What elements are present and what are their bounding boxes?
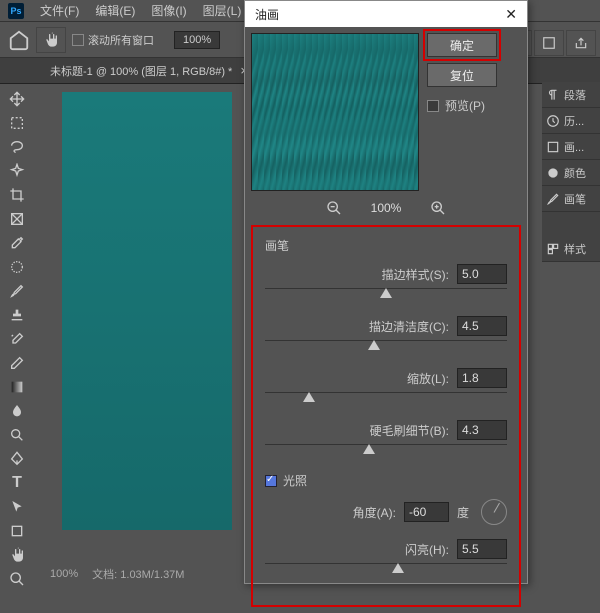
- type-tool[interactable]: T: [4, 472, 30, 494]
- frame-tool[interactable]: [4, 208, 30, 230]
- menu-edit[interactable]: 编辑(E): [87, 2, 143, 19]
- shine-slider[interactable]: [265, 563, 507, 577]
- bristle-label: 硬毛刷细节(B):: [370, 422, 449, 439]
- panel-styles[interactable]: 样式: [542, 236, 600, 262]
- status-docsize: 文档: 1.03M/1.37M: [92, 566, 184, 582]
- shape-tool[interactable]: [4, 520, 30, 542]
- zoom-level-box[interactable]: 100%: [174, 31, 220, 49]
- panels-dock: 段落 历... 画... 颜色 画笔 样式: [542, 82, 600, 262]
- brush-tool[interactable]: [4, 280, 30, 302]
- scale-label: 缩放(L):: [407, 370, 449, 387]
- marquee-tool[interactable]: [4, 112, 30, 134]
- photoshop-icon: Ps: [8, 3, 24, 19]
- scroll-all-label: 滚动所有窗口: [88, 32, 154, 48]
- filter-preview[interactable]: [251, 33, 419, 191]
- frame-icon[interactable]: [534, 30, 564, 56]
- panel-color[interactable]: 颜色: [542, 160, 600, 186]
- path-select-tool[interactable]: [4, 496, 30, 518]
- brush-section-title: 画笔: [265, 237, 507, 254]
- panel-brush[interactable]: 画笔: [542, 186, 600, 212]
- zoom-out-icon[interactable]: [325, 199, 343, 217]
- reset-button[interactable]: 复位: [427, 63, 497, 87]
- tools-panel: T: [4, 86, 32, 592]
- pen-tool[interactable]: [4, 448, 30, 470]
- home-icon[interactable]: [8, 29, 30, 51]
- angle-label: 角度(A):: [353, 504, 396, 521]
- spot-heal-tool[interactable]: [4, 256, 30, 278]
- angle-dial[interactable]: [481, 499, 507, 525]
- dialog-title: 油画: [255, 6, 279, 23]
- quick-select-tool[interactable]: [4, 160, 30, 182]
- shine-input[interactable]: [457, 539, 507, 559]
- close-icon[interactable]: ✕: [505, 6, 517, 23]
- panel-brushes[interactable]: 画...: [542, 134, 600, 160]
- dodge-tool[interactable]: [4, 424, 30, 446]
- preview-zoom-value: 100%: [371, 201, 402, 215]
- tab-title: 未标题-1 @ 100% (图层 1, RGB/8#) *: [50, 63, 232, 79]
- canvas[interactable]: [62, 92, 232, 530]
- oil-paint-dialog: 油画 ✕ 确定 复位 预览(P) 100% 画笔 描边样式(S):: [244, 0, 528, 584]
- move-tool[interactable]: [4, 88, 30, 110]
- menu-image[interactable]: 图像(I): [143, 2, 194, 19]
- cleanliness-slider[interactable]: [265, 340, 507, 354]
- preview-checkbox[interactable]: [427, 100, 439, 112]
- lasso-tool[interactable]: [4, 136, 30, 158]
- ok-button[interactable]: 确定: [427, 33, 497, 57]
- lighting-label: 光照: [283, 472, 307, 489]
- hand-tool[interactable]: [4, 544, 30, 566]
- scroll-all-checkbox[interactable]: [72, 34, 84, 46]
- angle-input[interactable]: [404, 502, 449, 522]
- shine-label: 闪亮(H):: [405, 541, 449, 558]
- panel-history[interactable]: 历...: [542, 108, 600, 134]
- zoom-in-icon[interactable]: [429, 199, 447, 217]
- stroke-style-slider[interactable]: [265, 288, 507, 302]
- menu-layer[interactable]: 图层(L): [195, 2, 250, 19]
- brush-section: 画笔 描边样式(S): 描边清洁度(C): 缩放(L): 硬毛刷细节(B):: [251, 225, 521, 607]
- menu-file[interactable]: 文件(F): [32, 2, 87, 19]
- panel-paragraph[interactable]: 段落: [542, 82, 600, 108]
- scale-input[interactable]: [457, 368, 507, 388]
- cleanliness-input[interactable]: [457, 316, 507, 336]
- lighting-checkbox[interactable]: [265, 475, 277, 487]
- cleanliness-label: 描边清洁度(C):: [369, 318, 449, 335]
- status-zoom[interactable]: 100%: [50, 568, 78, 580]
- stroke-style-input[interactable]: [457, 264, 507, 284]
- gradient-tool[interactable]: [4, 376, 30, 398]
- dialog-titlebar[interactable]: 油画 ✕: [245, 1, 527, 27]
- blur-tool[interactable]: [4, 400, 30, 422]
- angle-unit: 度: [457, 504, 473, 521]
- status-bar: 100% 文档: 1.03M/1.37M: [0, 564, 184, 584]
- history-brush-tool[interactable]: [4, 328, 30, 350]
- eyedropper-tool[interactable]: [4, 232, 30, 254]
- crop-tool[interactable]: [4, 184, 30, 206]
- stroke-style-label: 描边样式(S):: [382, 266, 449, 283]
- eraser-tool[interactable]: [4, 352, 30, 374]
- share-icon[interactable]: [566, 30, 596, 56]
- document-tab[interactable]: 未标题-1 @ 100% (图层 1, RGB/8#) * ×: [40, 58, 258, 83]
- bristle-slider[interactable]: [265, 444, 507, 458]
- stamp-tool[interactable]: [4, 304, 30, 326]
- hand-tool-preset[interactable]: [36, 27, 66, 53]
- bristle-input[interactable]: [457, 420, 507, 440]
- preview-checkbox-label: 预览(P): [445, 97, 485, 114]
- scale-slider[interactable]: [265, 392, 507, 406]
